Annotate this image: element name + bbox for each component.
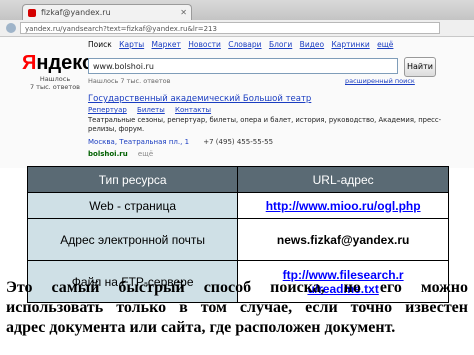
nav-item-images[interactable]: Картинки	[331, 40, 369, 49]
resource-type-cell: Web - страница	[26, 192, 239, 219]
nav-item-video[interactable]: Видео	[300, 40, 324, 49]
search-input[interactable]: www.bolshoi.ru	[88, 58, 398, 74]
nav-item-blogs[interactable]: Блоги	[269, 40, 292, 49]
yandex-logo[interactable]: Яндекс	[22, 52, 93, 75]
slide: fizkaf@yandex.ru ✕ yandex.ru/yandsearch?…	[0, 0, 474, 355]
tab-bar: fizkaf@yandex.ru ✕	[0, 0, 474, 20]
nav-item-dictionaries[interactable]: Словари	[228, 40, 261, 49]
found-count: Нашлось 7 тыс. ответов	[88, 77, 171, 85]
nav-item-news[interactable]: Новости	[188, 40, 221, 49]
results-count-side: Нашлось 7 тыс. ответов	[29, 75, 80, 91]
caption-line: использовать только в том случае, если т…	[6, 299, 468, 316]
email-address-cell: news.fizkaf@yandex.ru	[237, 218, 449, 261]
result-address: Москва, Театральная пл., 1 +7 (495) 455-…	[88, 138, 468, 146]
caption-line: адрес документа или сайта, где расположе…	[6, 319, 396, 336]
nav-item-more[interactable]: ещё	[377, 40, 393, 49]
nav-item-maps[interactable]: Карты	[119, 40, 144, 49]
search-result: Государственный академический Большой те…	[88, 94, 468, 158]
nav-item-search[interactable]: Поиск	[88, 40, 112, 49]
close-icon[interactable]: ✕	[180, 5, 187, 20]
advanced-search-link[interactable]: расширенный поиск	[345, 77, 415, 85]
result-sitelinks: Репертуар Билеты Контакты	[88, 106, 468, 114]
sitelink[interactable]: Репертуар	[88, 106, 127, 114]
yandex-favicon-icon	[28, 9, 36, 17]
search-button[interactable]: Найти	[404, 57, 436, 77]
sitelink[interactable]: Билеты	[137, 106, 165, 114]
caption-text: Это самый быстрый способ поиска, но его …	[6, 278, 468, 338]
column-header: Тип ресурса	[26, 166, 239, 193]
result-footer: bolshoi.ru ещё	[88, 150, 468, 158]
result-more-link[interactable]: ещё	[138, 150, 153, 158]
table-header-row: Тип ресурса URL-адрес	[26, 166, 449, 193]
browser-tab[interactable]: fizkaf@yandex.ru ✕	[22, 4, 192, 20]
tab-title: fizkaf@yandex.ru	[41, 8, 111, 17]
result-title-link[interactable]: Государственный академический Большой те…	[88, 94, 468, 104]
result-snippet: Театральные сезоны, репертуар, билеты, о…	[88, 116, 442, 133]
column-header: URL-адрес	[237, 166, 449, 193]
result-address-link[interactable]: Москва, Театральная пл., 1	[88, 138, 189, 146]
result-phone: +7 (495) 455-55-55	[203, 138, 274, 146]
yandex-service-nav: Поиск Карты Маркет Новости Словари Блоги…	[88, 40, 468, 52]
sitelink[interactable]: Контакты	[175, 106, 211, 114]
resource-type-cell: Адрес электронной почты	[26, 218, 239, 261]
table-row: Адрес электронной почты news.fizkaf@yand…	[26, 218, 449, 261]
web-page-url-link[interactable]: http://www.mioo.ru/ogl.php	[237, 192, 449, 219]
caption-line: Это самый быстрый способ поиска, но его …	[6, 279, 468, 296]
table-row: Web - страница http://www.mioo.ru/ogl.ph…	[26, 192, 449, 219]
browser-screenshot: fizkaf@yandex.ru ✕ yandex.ru/yandsearch?…	[0, 0, 474, 168]
result-url[interactable]: bolshoi.ru	[88, 150, 128, 158]
globe-icon	[6, 23, 16, 33]
nav-item-market[interactable]: Маркет	[152, 40, 181, 49]
url-input[interactable]: yandex.ru/yandsearch?text=fizkaf@yandex.…	[20, 22, 440, 34]
address-bar: yandex.ru/yandsearch?text=fizkaf@yandex.…	[0, 20, 474, 37]
